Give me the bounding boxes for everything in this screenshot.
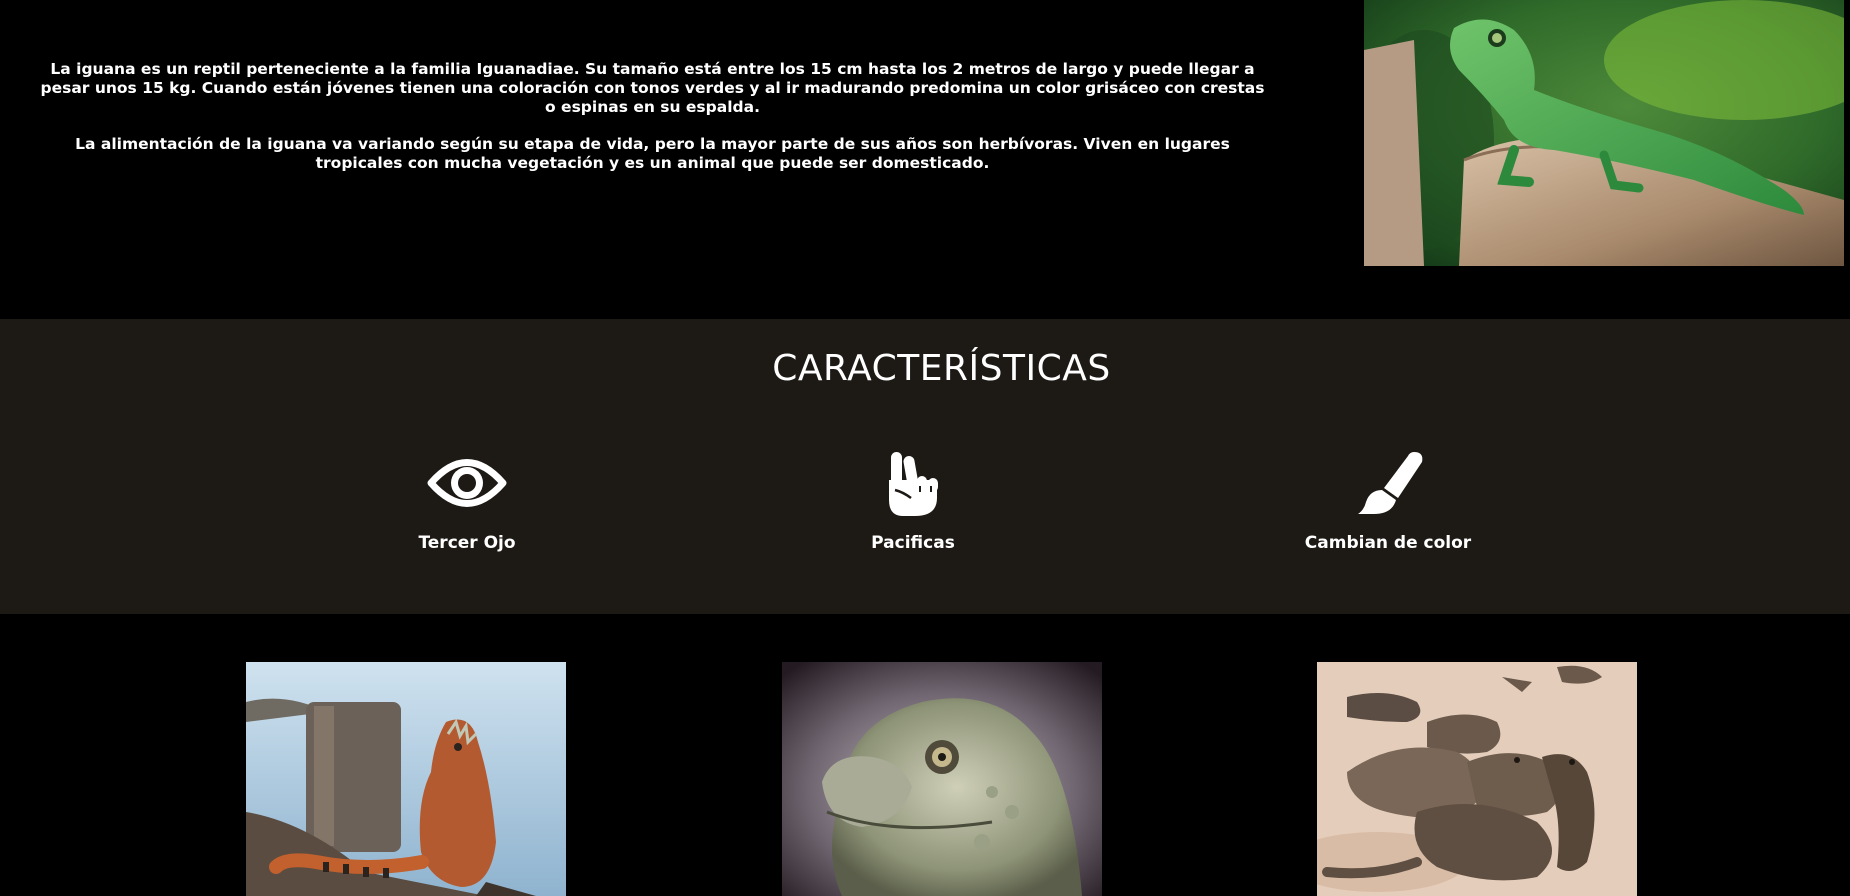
features-section: CARACTERÍSTICAS Tercer Ojo Pacificas Cam…	[0, 319, 1850, 614]
gallery-photo-iguana-closeup	[782, 662, 1102, 896]
feature-color-change: Cambian de color	[1288, 450, 1488, 553]
feature-label-color-change: Cambian de color	[1304, 533, 1472, 553]
eye-icon	[427, 450, 507, 516]
feature-label-peaceful: Pacificas	[871, 533, 955, 553]
intro-section: La iguana es un reptil perteneciente a l…	[0, 0, 1850, 319]
intro-text: La iguana es un reptil perteneciente a l…	[40, 60, 1265, 173]
intro-paragraph-2: La alimentación de la iguana va variando…	[75, 135, 1230, 172]
feature-label-third-eye: Tercer Ojo	[418, 533, 516, 553]
gallery-section	[0, 614, 1850, 896]
gallery-photo-iguanas-beach	[1317, 662, 1637, 896]
features-title: CARACTERÍSTICAS	[772, 348, 1111, 389]
feature-third-eye: Tercer Ojo	[367, 450, 567, 553]
hero-iguana-image	[1364, 0, 1844, 266]
intro-paragraph-1: La iguana es un reptil perteneciente a l…	[40, 60, 1265, 116]
feature-peaceful: Pacificas	[813, 450, 1013, 553]
peace-hand-icon	[873, 450, 953, 516]
paint-brush-icon	[1348, 450, 1428, 516]
gallery-photo-iguana-shore	[246, 662, 566, 896]
